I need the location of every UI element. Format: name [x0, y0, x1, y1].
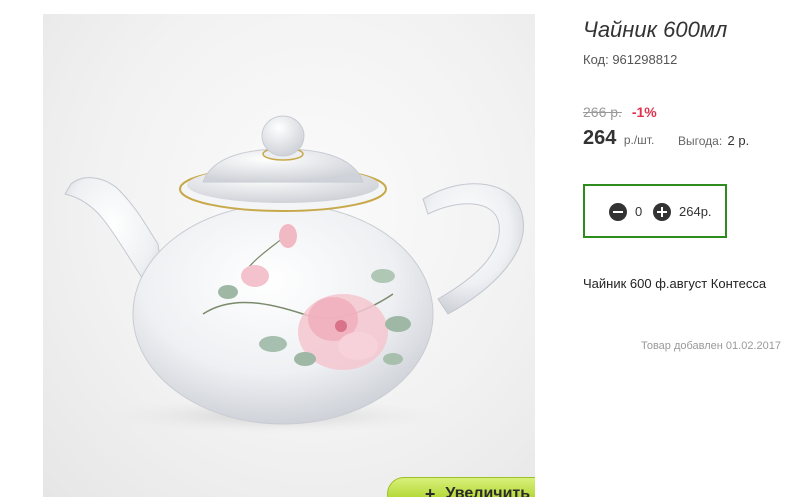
product-title: Чайник 600мл [583, 17, 728, 42]
product-image[interactable]: + Увеличить [43, 14, 535, 497]
plus-icon: + [424, 483, 436, 497]
benefit-label: Выгода: [678, 134, 723, 148]
product-code: Код: 961298812 [583, 52, 678, 67]
old-price: 266 р. [583, 104, 622, 120]
added-date: Товар добавлен 01.02.2017 [640, 340, 781, 352]
old-price-row: 266 р. -1% [583, 104, 657, 120]
discount-badge: -1% [631, 104, 657, 120]
minus-icon[interactable] [609, 203, 627, 221]
zoom-button-label: Увеличить [445, 485, 531, 497]
quantity-value: 0 [635, 204, 643, 219]
product-description: Чайник 600 ф.август Контесса [583, 276, 767, 291]
price-unit: р./шт. [623, 133, 655, 147]
zoom-button[interactable]: + Увеличить [387, 477, 535, 497]
price-row: 264 р./шт. [583, 127, 654, 150]
current-price: 264 [583, 127, 617, 149]
benefit: Выгода: 2 р. [678, 133, 749, 148]
quantity-total: 264р. [679, 204, 712, 219]
benefit-value: 2 р. [727, 133, 750, 148]
teapot-photo [64, 115, 524, 434]
plus-circle-icon[interactable] [653, 203, 671, 221]
quantity-stepper: 0 264р. [583, 184, 727, 238]
